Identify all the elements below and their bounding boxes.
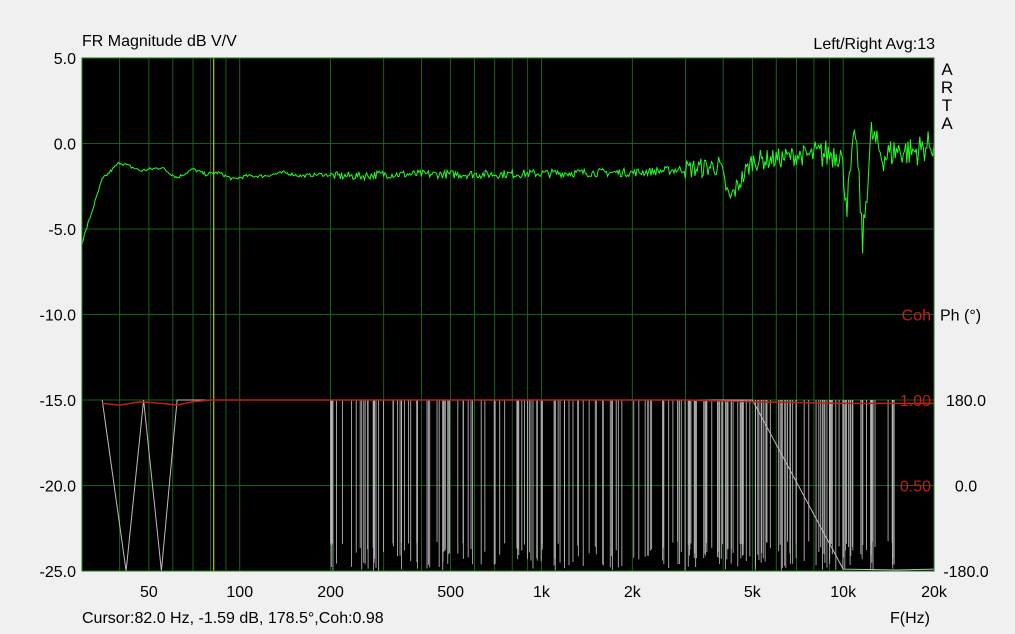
coherence-tick-label: 1.00	[900, 393, 931, 410]
x-tick-label: 1k	[533, 584, 551, 601]
y-tick-label: 5.0	[54, 51, 76, 68]
x-tick-label: 50	[140, 584, 158, 601]
phase-tick-label: 0.0	[955, 479, 977, 496]
coherence-axis-label: Coh	[902, 308, 931, 325]
phase-tick-label: -180.0	[943, 564, 988, 581]
y-tick-label: -10.0	[40, 308, 77, 325]
coherence-tick-label: 0.50	[900, 479, 931, 496]
x-tick-label: 2k	[624, 584, 642, 601]
x-axis-label: F(Hz)	[890, 610, 930, 627]
x-tick-label: 200	[317, 584, 344, 601]
x-tick-label: 5k	[744, 584, 762, 601]
x-tick-label: 20k	[921, 584, 948, 601]
x-tick-label: 500	[437, 584, 464, 601]
y-tick-label: -20.0	[40, 479, 77, 496]
y-tick-label: -5.0	[48, 222, 76, 239]
frequency-response-chart[interactable]: 5.0 0.0 -5.0 -10.0 -15.0 -20.0 -25.0 50 100 200 50…	[0, 0, 1015, 634]
x-tick-label: 100	[226, 584, 253, 601]
cursor-readout: Cursor:82.0 Hz, -1.59 dB, 178.5°,Coh:0.9…	[82, 610, 384, 627]
phase-axis-label: Ph (°)	[940, 308, 981, 325]
phase-tick-label: 180.0	[946, 393, 986, 410]
x-tick-label: 10k	[830, 584, 857, 601]
y-tick-label: 0.0	[54, 137, 76, 154]
y-tick-label: -25.0	[40, 564, 77, 581]
y-tick-label: -15.0	[40, 393, 77, 410]
